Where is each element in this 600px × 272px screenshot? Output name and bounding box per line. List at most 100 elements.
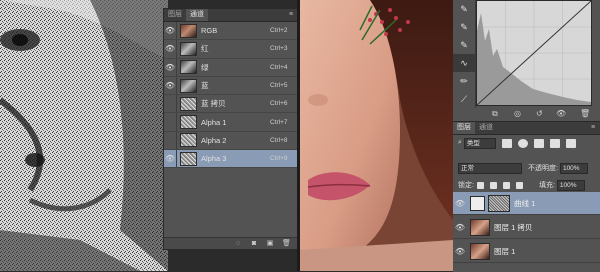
tab-layers[interactable]: 图层 — [164, 9, 186, 21]
save-selection-icon[interactable]: ◙ — [250, 240, 258, 247]
filter-kind-select[interactable]: 类型 — [463, 137, 496, 149]
channel-name: Alpha 1 — [201, 117, 227, 127]
portrait-photo — [300, 0, 453, 271]
eyedropper-gray-icon[interactable]: ✎ — [453, 18, 475, 36]
lock-label: 锁定: — [458, 182, 474, 189]
clip-to-layer-icon[interactable]: ⧉ — [492, 109, 498, 119]
visibility-toggle[interactable] — [164, 95, 177, 113]
visibility-toggle[interactable] — [164, 113, 177, 131]
delete-channel-icon[interactable]: 🗑 — [282, 240, 291, 247]
channels-panel-tabs: 图层 通道 ≡ — [164, 9, 298, 22]
channel-thumbnail — [180, 96, 197, 111]
blend-row: 正常 不透明度: 100% — [453, 162, 600, 174]
channel-shortcut: Ctrl+2 — [270, 27, 288, 35]
lock-all-icon[interactable] — [515, 181, 523, 189]
layer-name: 曲线 1 — [514, 198, 536, 208]
channel-shortcut: Ctrl+9 — [270, 155, 288, 163]
visibility-eye-icon[interactable]: 👁 — [453, 223, 467, 232]
channel-thumbnail — [180, 133, 197, 148]
filter-adjustment-icon[interactable] — [517, 138, 528, 148]
blend-mode-select[interactable]: 正常 — [458, 162, 522, 174]
fill-input[interactable]: 100% — [556, 179, 585, 191]
layers-panel: 图层 通道 ≡ ⌕ 类型 正常 不透明度: 100% 锁定: 填充: 100% … — [453, 121, 600, 272]
channel-row-green[interactable]: 👁 绿 Ctrl+4 — [164, 58, 298, 77]
channel-thumbnail — [180, 78, 197, 93]
channel-row-alpha-2[interactable]: Alpha 2 Ctrl+8 — [164, 131, 298, 151]
channel-name: RGB — [201, 26, 218, 36]
document-canvas-right — [300, 0, 453, 271]
channel-shortcut: Ctrl+7 — [270, 118, 288, 126]
curve-edit-icon[interactable]: ∿ — [453, 54, 475, 72]
opacity-input[interactable]: 100% — [559, 162, 588, 174]
smooth-icon[interactable]: ⟋ — [453, 90, 475, 108]
channel-name: 绿 — [201, 62, 209, 72]
new-channel-icon[interactable]: ▣ — [266, 240, 274, 247]
search-icon: ⌕ — [458, 139, 462, 146]
filter-type-icon[interactable] — [533, 138, 544, 148]
lock-position-icon[interactable] — [502, 181, 510, 189]
layer-filter-row: ⌕ 类型 — [453, 137, 600, 149]
channel-row-alpha-1[interactable]: Alpha 1 Ctrl+7 — [164, 113, 298, 132]
channel-shortcut: Ctrl+6 — [270, 100, 288, 108]
channel-shortcut: Ctrl+3 — [270, 45, 288, 53]
eyedropper-white-icon[interactable]: ✎ — [453, 36, 475, 54]
pencil-icon[interactable]: ✏ — [453, 72, 475, 90]
channel-thumbnail — [180, 115, 197, 130]
visibility-eye-icon[interactable]: 👁 — [164, 22, 177, 40]
channel-thumbnail — [180, 41, 197, 56]
layer-thumbnail — [470, 242, 490, 260]
reset-icon[interactable]: ↺ — [536, 109, 543, 118]
channel-row-alpha-3[interactable]: 👁 Alpha 3 Ctrl+9 — [164, 150, 298, 169]
layers-panel-tabs: 图层 通道 ≡ — [453, 122, 600, 135]
layer-name: 图层 1 — [494, 246, 516, 256]
tab-channels[interactable]: 通道 — [475, 122, 497, 134]
visibility-eye-icon[interactable]: 👁 — [164, 58, 177, 76]
channel-name: 蓝 拷贝 — [201, 99, 226, 109]
curves-graph[interactable] — [476, 0, 592, 106]
layer-name: 图层 1 拷贝 — [494, 222, 533, 232]
eyedropper-black-icon[interactable]: ✎ — [453, 0, 475, 18]
visibility-eye-icon[interactable]: 👁 — [556, 109, 566, 118]
channel-thumbnail — [180, 23, 197, 38]
panel-menu-icon[interactable]: ≡ — [586, 122, 600, 134]
visibility-eye-icon[interactable]: 👁 — [453, 247, 467, 256]
tab-layers[interactable]: 图层 — [453, 122, 475, 134]
channel-row-blue[interactable]: 👁 蓝 Ctrl+5 — [164, 76, 298, 96]
layer-row-layer-1-copy[interactable]: 👁 图层 1 拷贝 — [453, 216, 600, 239]
channel-name: 红 — [201, 44, 209, 54]
curves-histogram — [476, 0, 592, 106]
channel-thumbnail — [180, 151, 197, 166]
properties-footer: ⧉ ◎ ↺ 👁 🗑 — [476, 106, 600, 120]
view-previous-icon[interactable]: ◎ — [514, 109, 521, 118]
channel-list: 👁 RGB Ctrl+2 👁 红 Ctrl+3 👁 绿 Ctrl+4 👁 蓝 C… — [164, 22, 298, 169]
filter-smart-object-icon[interactable] — [565, 138, 576, 148]
load-selection-icon[interactable]: ◌ — [234, 240, 242, 247]
lock-transparent-icon[interactable] — [476, 181, 484, 189]
filter-pixel-icon[interactable] — [501, 138, 512, 148]
noisy-bw-face-image — [0, 0, 168, 271]
lock-image-icon[interactable] — [489, 181, 497, 189]
layer-thumbnail — [470, 218, 490, 236]
visibility-eye-icon[interactable]: 👁 — [164, 150, 177, 168]
channel-shortcut: Ctrl+8 — [270, 136, 288, 144]
channel-row-red[interactable]: 👁 红 Ctrl+3 — [164, 40, 298, 59]
channel-row-rgb[interactable]: 👁 RGB Ctrl+2 — [164, 22, 298, 41]
channel-row-blue-copy[interactable]: 蓝 拷贝 Ctrl+6 — [164, 95, 298, 114]
channel-name: Alpha 3 — [201, 154, 227, 164]
document-canvas-left — [0, 0, 168, 271]
fill-label: 填充: — [538, 182, 555, 189]
filter-shape-icon[interactable] — [549, 138, 560, 148]
tab-channels[interactable]: 通道 — [186, 9, 208, 21]
visibility-eye-icon[interactable]: 👁 — [164, 76, 177, 95]
delete-icon[interactable]: 🗑 — [580, 109, 590, 118]
panel-menu-icon[interactable]: ≡ — [284, 9, 298, 21]
channel-shortcut: Ctrl+5 — [270, 82, 288, 90]
layer-row-layer-1[interactable]: 👁 图层 1 — [453, 240, 600, 263]
visibility-eye-icon[interactable]: 👁 — [453, 199, 467, 208]
adjustment-curves-icon — [470, 195, 485, 211]
visibility-eye-icon[interactable]: 👁 — [164, 40, 177, 58]
channels-panel-footer: ◌ ◙ ▣ 🗑 — [164, 237, 298, 249]
layer-mask-thumbnail[interactable] — [488, 194, 510, 212]
layer-row-curves-1[interactable]: 👁 曲线 1 — [453, 192, 600, 215]
visibility-toggle[interactable] — [164, 131, 177, 150]
